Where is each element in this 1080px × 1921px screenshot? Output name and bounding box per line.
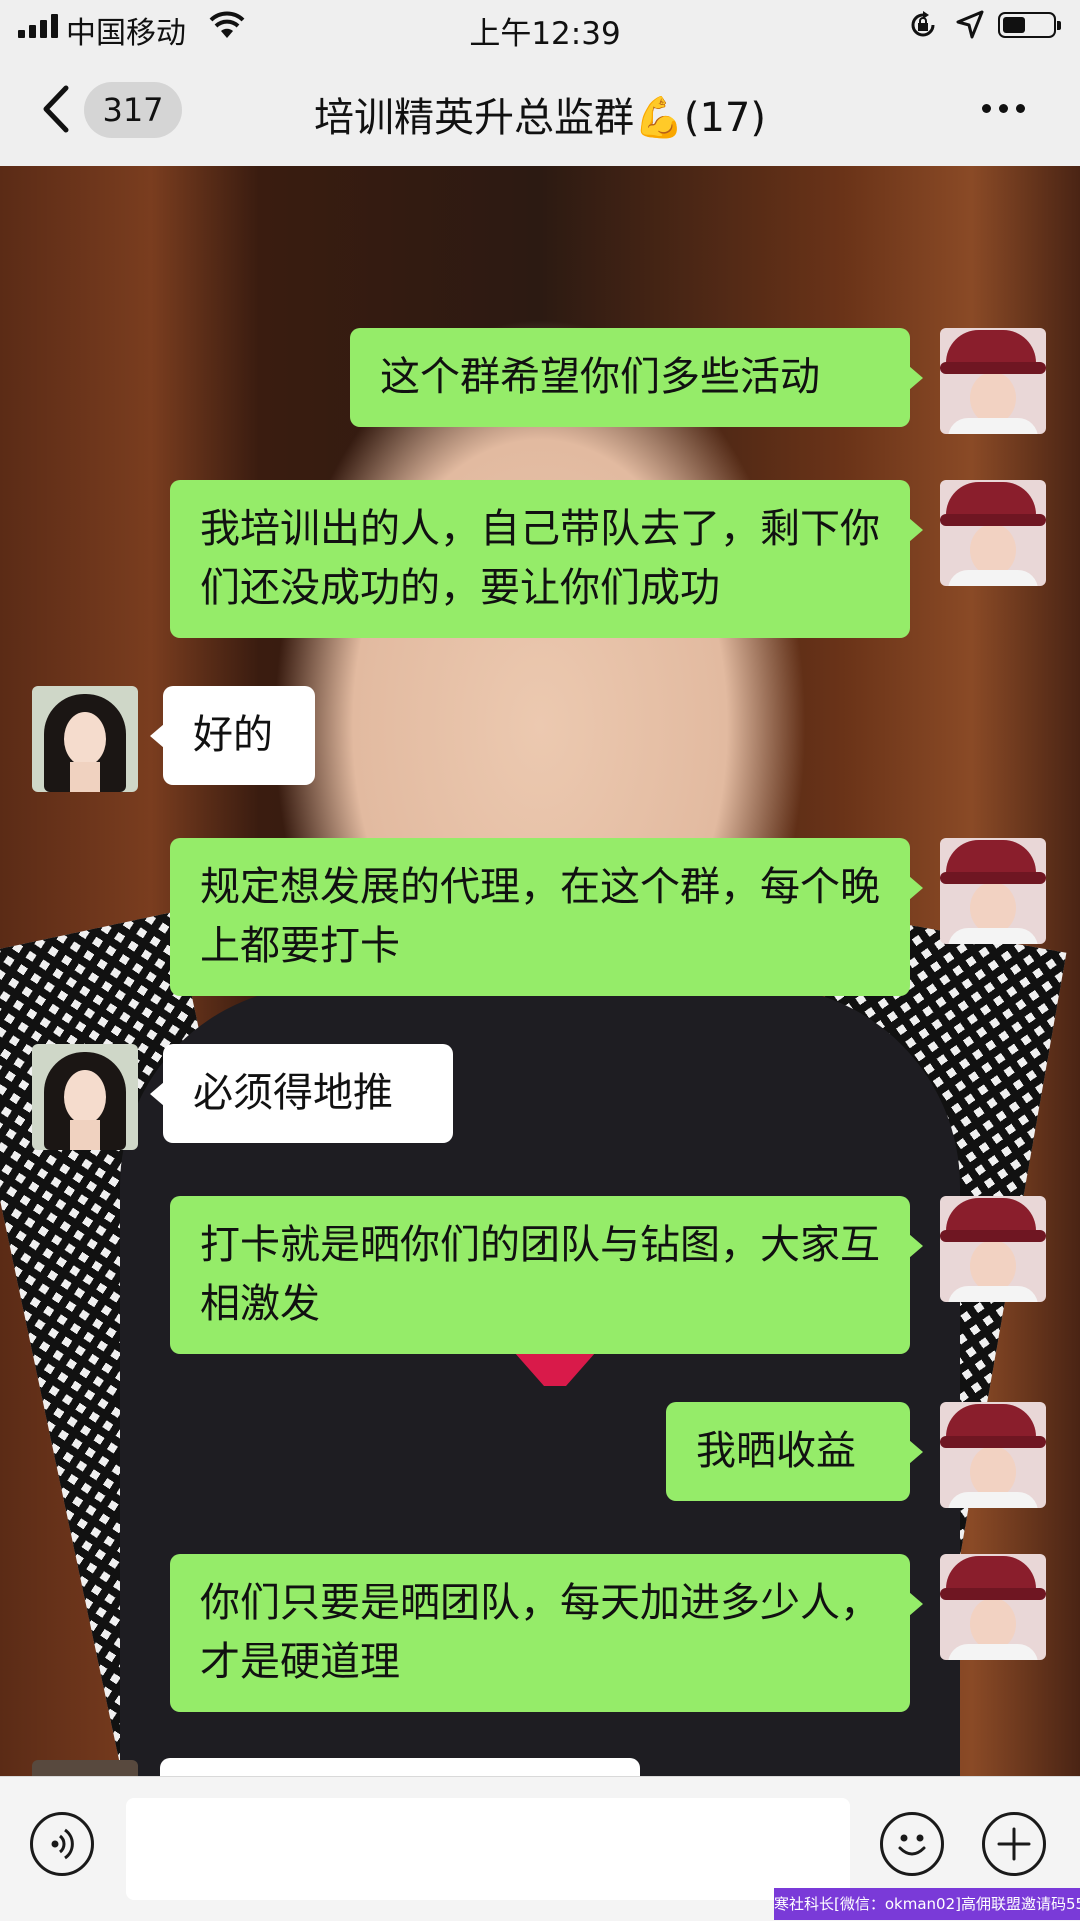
my-avatar[interactable] [940,1196,1046,1302]
message-bubble[interactable]: 这个群希望你们多些活动 [350,328,923,427]
message-input[interactable] [126,1798,850,1900]
message-bubble[interactable]: 规定想发展的代理，在这个群，每个晚上都要打卡 [170,838,923,996]
message-bubble[interactable]: 我培训出的人，自己带队去了，剩下你们还没成功的，要让你们成功 [170,480,923,638]
message-bubble[interactable]: 打卡就是晒你们的团队与钻图，大家互相激发 [170,1196,923,1354]
chat-title: 培训精英升总监群💪(17) [314,95,766,141]
member-avatar[interactable] [32,1044,138,1150]
more-functions-plus-icon[interactable] [982,1812,1046,1876]
message-bubble[interactable]: 好的 [150,686,315,785]
my-avatar[interactable] [940,1554,1046,1660]
battery-icon [998,12,1061,38]
voice-input-icon[interactable] [30,1812,94,1876]
watermark-banner: 寒社科长[微信：okman02]高佣联盟邀请码555666 [774,1888,1080,1920]
message-bubble-partial [160,1758,640,1778]
message-bubble[interactable]: 你们只要是晒团队，每天加进多少人，才是硬道理 [170,1554,923,1712]
member-avatar-partial [32,1760,138,1776]
message-bubble[interactable]: 必须得地推 [150,1044,453,1143]
my-avatar[interactable] [940,328,1046,434]
location-icon [956,10,984,39]
rotation-lock-icon [911,11,935,37]
message-bubble[interactable]: 我晒收益 [666,1402,923,1501]
member-avatar[interactable] [32,686,138,792]
my-avatar[interactable] [940,480,1046,586]
emoji-icon[interactable] [880,1812,944,1876]
my-avatar[interactable] [940,838,1046,944]
more-options-icon[interactable] [982,104,1025,113]
status-bar: 中国移动 上午12:39 [0,0,1080,54]
header: 中国移动 上午12:39 317 培训精英升总监群💪(17) [0,0,1080,166]
my-avatar[interactable] [940,1402,1046,1508]
